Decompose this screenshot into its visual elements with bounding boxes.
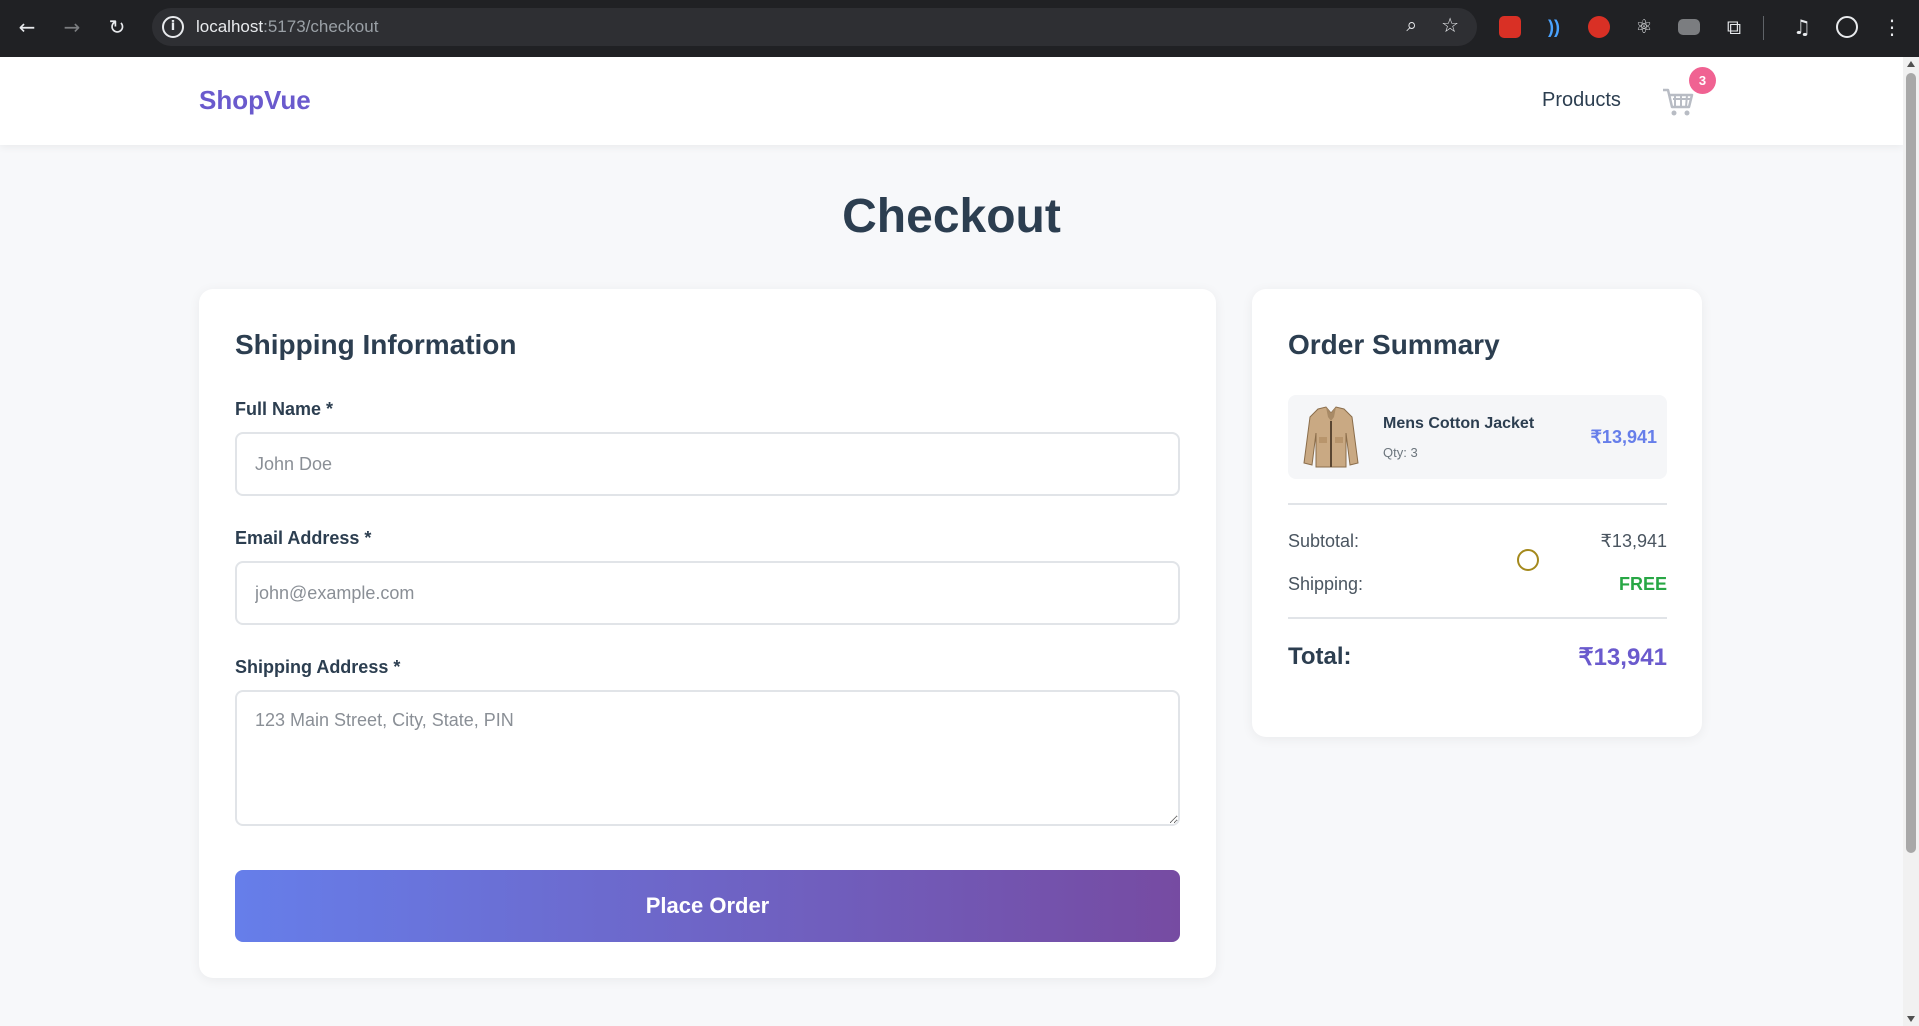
address-label: Shipping Address * xyxy=(235,657,401,677)
email-label: Email Address * xyxy=(235,528,372,548)
shipping-value: FREE xyxy=(1618,574,1667,594)
nav-link-products[interactable]: Products xyxy=(1542,89,1621,112)
zoom-icon[interactable]: ⌕ xyxy=(1406,14,1417,36)
shipping-section-title: Shipping Information xyxy=(235,329,517,360)
info-icon[interactable]: i xyxy=(162,16,184,38)
menu-icon[interactable]: ⋮ xyxy=(1881,16,1903,38)
email-input[interactable] xyxy=(235,561,1180,625)
total-divider xyxy=(1288,617,1667,619)
subtotal-label: Subtotal: xyxy=(1288,531,1360,551)
browser-toolbar: ← → ↻ i localhost:5173/checkout ⌕ ☆ )) ⚛… xyxy=(0,0,1919,57)
extension-video-icon[interactable] xyxy=(1678,19,1700,35)
cart-icon[interactable] xyxy=(1661,85,1695,119)
cart-item: Mens Cotton Jacket Qty: 3 ₹13,941 xyxy=(1288,395,1667,479)
order-summary-card: Order Summary Mens Cotton Jacket Qty: 3 … xyxy=(1252,289,1702,737)
cart-count-badge: 3 xyxy=(1689,67,1716,94)
brand-logo[interactable]: ShopVue xyxy=(199,85,311,116)
url-text[interactable]: localhost:5173/checkout xyxy=(196,17,378,37)
mouse-cursor xyxy=(1517,549,1539,571)
subtotal-value: ₹13,941 xyxy=(1600,531,1667,551)
address-bar[interactable]: i localhost:5173/checkout ⌕ ☆ xyxy=(152,8,1477,46)
total-value: ₹13,941 xyxy=(1578,644,1667,671)
top-navigation: ShopVue Products 3 xyxy=(0,57,1903,145)
page-title: Checkout xyxy=(842,190,1061,243)
total-label: Total: xyxy=(1288,643,1352,670)
profile-icon[interactable] xyxy=(1836,16,1858,38)
product-image xyxy=(1303,406,1359,468)
extension-wave-icon[interactable]: )) xyxy=(1543,16,1565,38)
scrollbar-thumb[interactable] xyxy=(1906,73,1916,853)
address-textarea[interactable] xyxy=(235,690,1180,826)
star-icon[interactable]: ☆ xyxy=(1441,13,1459,37)
full-name-input[interactable] xyxy=(235,432,1180,496)
extension-red-icon[interactable] xyxy=(1499,16,1521,38)
url-host: localhost xyxy=(196,17,264,36)
scroll-up-icon[interactable] xyxy=(1907,61,1915,67)
react-devtools-icon[interactable]: ⚛ xyxy=(1633,16,1655,38)
full-name-label: Full Name * xyxy=(235,399,334,419)
back-icon[interactable]: ← xyxy=(14,14,40,40)
summary-section-title: Order Summary xyxy=(1288,329,1500,360)
reload-icon[interactable]: ↻ xyxy=(104,14,130,40)
url-path: :5173/checkout xyxy=(263,17,379,36)
forward-icon[interactable]: → xyxy=(59,14,85,40)
shipping-label: Shipping: xyxy=(1288,574,1364,594)
item-name: Mens Cotton Jacket xyxy=(1383,415,1535,432)
page-scrollbar[interactable] xyxy=(1903,57,1919,1026)
summary-divider xyxy=(1288,503,1667,505)
shipping-form-card: Shipping Information Full Name * Email A… xyxy=(199,289,1216,978)
page-viewport: ShopVue Products 3 Checkout Shipping Inf… xyxy=(0,57,1903,1026)
scroll-down-icon[interactable] xyxy=(1907,1016,1915,1022)
media-icon[interactable]: ♫ xyxy=(1791,16,1813,38)
item-price: ₹13,941 xyxy=(1590,427,1657,447)
toolbar-divider xyxy=(1763,16,1764,40)
puzzle-icon[interactable]: ⧉ xyxy=(1723,16,1745,38)
item-quantity: Qty: 3 xyxy=(1383,445,1418,460)
place-order-button[interactable]: Place Order xyxy=(235,870,1180,942)
extension-hand-icon[interactable] xyxy=(1588,16,1610,38)
